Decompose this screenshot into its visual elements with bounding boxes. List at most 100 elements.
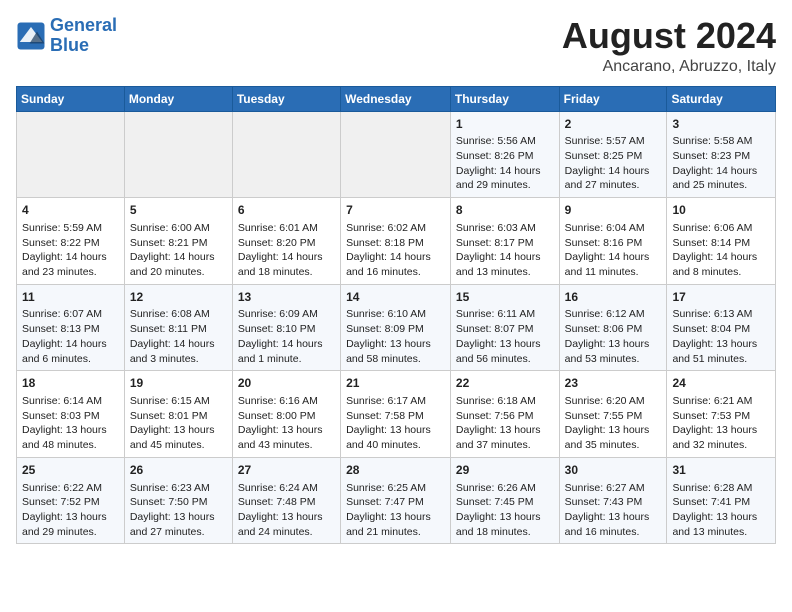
day-detail: Sunrise: 6:11 AM Sunset: 8:07 PM Dayligh…	[456, 307, 554, 366]
day-number: 25	[22, 462, 119, 479]
day-cell	[17, 111, 125, 198]
day-cell: 10 Sunrise: 6:06 AM Sunset: 8:14 PM Dayli…	[667, 198, 776, 285]
day-number: 24	[672, 375, 770, 392]
page: General Blue August 2024 Ancarano, Abruz…	[0, 0, 792, 554]
day-detail: Sunrise: 6:12 AM Sunset: 8:06 PM Dayligh…	[565, 307, 662, 366]
day-cell: 8 Sunrise: 6:03 AM Sunset: 8:17 PM Daylig…	[450, 198, 559, 285]
week-row-5: 25 Sunrise: 6:22 AM Sunset: 7:52 PM Dayli…	[17, 457, 776, 544]
day-number: 17	[672, 289, 770, 306]
day-cell: 9 Sunrise: 6:04 AM Sunset: 8:16 PM Daylig…	[559, 198, 667, 285]
day-detail: Sunrise: 6:00 AM Sunset: 8:21 PM Dayligh…	[130, 221, 227, 280]
day-number: 7	[346, 202, 445, 219]
calendar-table: SundayMondayTuesdayWednesdayThursdayFrid…	[16, 86, 776, 545]
week-row-3: 11Sunrise: 6:07 AM Sunset: 8:13 PM Dayli…	[17, 284, 776, 371]
day-header-sunday: Sunday	[17, 86, 125, 111]
header-row: SundayMondayTuesdayWednesdayThursdayFrid…	[17, 86, 776, 111]
day-cell: 14Sunrise: 6:10 AM Sunset: 8:09 PM Dayli…	[341, 284, 451, 371]
header: General Blue August 2024 Ancarano, Abruz…	[16, 16, 776, 76]
day-cell: 21 Sunrise: 6:17 AM Sunset: 7:58 PM Dayli…	[341, 371, 451, 458]
day-detail: Sunrise: 6:03 AM Sunset: 8:17 PM Dayligh…	[456, 221, 554, 280]
week-row-4: 18 Sunrise: 6:14 AM Sunset: 8:03 PM Dayli…	[17, 371, 776, 458]
logo: General Blue	[16, 16, 117, 56]
day-detail: Sunrise: 6:07 AM Sunset: 8:13 PM Dayligh…	[22, 307, 119, 366]
day-number: 29	[456, 462, 554, 479]
day-detail: Sunrise: 5:56 AM Sunset: 8:26 PM Dayligh…	[456, 134, 554, 193]
day-number: 12	[130, 289, 227, 306]
day-cell: 12Sunrise: 6:08 AM Sunset: 8:11 PM Dayli…	[124, 284, 232, 371]
day-number: 14	[346, 289, 445, 306]
day-number: 30	[565, 462, 662, 479]
day-number: 15	[456, 289, 554, 306]
day-detail: Sunrise: 6:06 AM Sunset: 8:14 PM Dayligh…	[672, 221, 770, 280]
day-detail: Sunrise: 5:59 AM Sunset: 8:22 PM Dayligh…	[22, 221, 119, 280]
day-detail: Sunrise: 6:17 AM Sunset: 7:58 PM Dayligh…	[346, 394, 445, 453]
day-number: 23	[565, 375, 662, 392]
day-number: 21	[346, 375, 445, 392]
day-header-monday: Monday	[124, 86, 232, 111]
day-cell	[124, 111, 232, 198]
day-detail: Sunrise: 6:08 AM Sunset: 8:11 PM Dayligh…	[130, 307, 227, 366]
day-cell: 20Sunrise: 6:16 AM Sunset: 8:00 PM Dayli…	[232, 371, 340, 458]
day-cell: 17Sunrise: 6:13 AM Sunset: 8:04 PM Dayli…	[667, 284, 776, 371]
day-number: 18	[22, 375, 119, 392]
day-number: 8	[456, 202, 554, 219]
day-header-friday: Friday	[559, 86, 667, 111]
day-detail: Sunrise: 6:04 AM Sunset: 8:16 PM Dayligh…	[565, 221, 662, 280]
day-number: 3	[672, 116, 770, 133]
day-number: 1	[456, 116, 554, 133]
day-detail: Sunrise: 6:22 AM Sunset: 7:52 PM Dayligh…	[22, 481, 119, 540]
logo-text: General Blue	[50, 16, 117, 56]
day-cell: 11Sunrise: 6:07 AM Sunset: 8:13 PM Dayli…	[17, 284, 125, 371]
day-number: 22	[456, 375, 554, 392]
day-cell: 4 Sunrise: 5:59 AM Sunset: 8:22 PM Daylig…	[17, 198, 125, 285]
day-cell: 18 Sunrise: 6:14 AM Sunset: 8:03 PM Dayli…	[17, 371, 125, 458]
day-cell: 30 Sunrise: 6:27 AM Sunset: 7:43 PM Dayli…	[559, 457, 667, 544]
day-cell: 25 Sunrise: 6:22 AM Sunset: 7:52 PM Dayli…	[17, 457, 125, 544]
day-number: 20	[238, 375, 335, 392]
day-detail: Sunrise: 6:15 AM Sunset: 8:01 PM Dayligh…	[130, 394, 227, 453]
day-header-tuesday: Tuesday	[232, 86, 340, 111]
day-cell: 22 Sunrise: 6:18 AM Sunset: 7:56 PM Dayli…	[450, 371, 559, 458]
day-detail: Sunrise: 6:10 AM Sunset: 8:09 PM Dayligh…	[346, 307, 445, 366]
day-detail: Sunrise: 6:27 AM Sunset: 7:43 PM Dayligh…	[565, 481, 662, 540]
day-number: 11	[22, 289, 119, 306]
day-cell: 5Sunrise: 6:00 AM Sunset: 8:21 PM Daylig…	[124, 198, 232, 285]
day-detail: Sunrise: 6:20 AM Sunset: 7:55 PM Dayligh…	[565, 394, 662, 453]
day-cell: 13Sunrise: 6:09 AM Sunset: 8:10 PM Dayli…	[232, 284, 340, 371]
day-number: 31	[672, 462, 770, 479]
day-detail: Sunrise: 6:18 AM Sunset: 7:56 PM Dayligh…	[456, 394, 554, 453]
day-cell: 24Sunrise: 6:21 AM Sunset: 7:53 PM Dayli…	[667, 371, 776, 458]
day-cell: 15Sunrise: 6:11 AM Sunset: 8:07 PM Dayli…	[450, 284, 559, 371]
day-detail: Sunrise: 6:14 AM Sunset: 8:03 PM Dayligh…	[22, 394, 119, 453]
day-header-wednesday: Wednesday	[341, 86, 451, 111]
day-cell: 23 Sunrise: 6:20 AM Sunset: 7:55 PM Dayli…	[559, 371, 667, 458]
day-number: 6	[238, 202, 335, 219]
day-detail: Sunrise: 6:01 AM Sunset: 8:20 PM Dayligh…	[238, 221, 335, 280]
day-detail: Sunrise: 5:57 AM Sunset: 8:25 PM Dayligh…	[565, 134, 662, 193]
day-cell: 2Sunrise: 5:57 AM Sunset: 8:25 PM Daylig…	[559, 111, 667, 198]
day-cell: 16Sunrise: 6:12 AM Sunset: 8:06 PM Dayli…	[559, 284, 667, 371]
day-cell: 3Sunrise: 5:58 AM Sunset: 8:23 PM Daylig…	[667, 111, 776, 198]
day-number: 28	[346, 462, 445, 479]
day-number: 27	[238, 462, 335, 479]
day-detail: Sunrise: 5:58 AM Sunset: 8:23 PM Dayligh…	[672, 134, 770, 193]
day-detail: Sunrise: 6:09 AM Sunset: 8:10 PM Dayligh…	[238, 307, 335, 366]
month-title: August 2024	[562, 16, 776, 56]
day-header-saturday: Saturday	[667, 86, 776, 111]
day-number: 9	[565, 202, 662, 219]
logo-line2: Blue	[50, 35, 89, 55]
day-cell	[232, 111, 340, 198]
title-area: August 2024 Ancarano, Abruzzo, Italy	[562, 16, 776, 76]
day-cell: 28Sunrise: 6:25 AM Sunset: 7:47 PM Dayli…	[341, 457, 451, 544]
week-row-1: 1Sunrise: 5:56 AM Sunset: 8:26 PM Daylig…	[17, 111, 776, 198]
day-number: 16	[565, 289, 662, 306]
day-detail: Sunrise: 6:28 AM Sunset: 7:41 PM Dayligh…	[672, 481, 770, 540]
day-detail: Sunrise: 6:26 AM Sunset: 7:45 PM Dayligh…	[456, 481, 554, 540]
day-cell: 26Sunrise: 6:23 AM Sunset: 7:50 PM Dayli…	[124, 457, 232, 544]
logo-icon	[16, 21, 46, 51]
day-number: 10	[672, 202, 770, 219]
day-cell: 31 Sunrise: 6:28 AM Sunset: 7:41 PM Dayli…	[667, 457, 776, 544]
day-cell: 19Sunrise: 6:15 AM Sunset: 8:01 PM Dayli…	[124, 371, 232, 458]
day-number: 4	[22, 202, 119, 219]
logo-line1: General	[50, 15, 117, 35]
